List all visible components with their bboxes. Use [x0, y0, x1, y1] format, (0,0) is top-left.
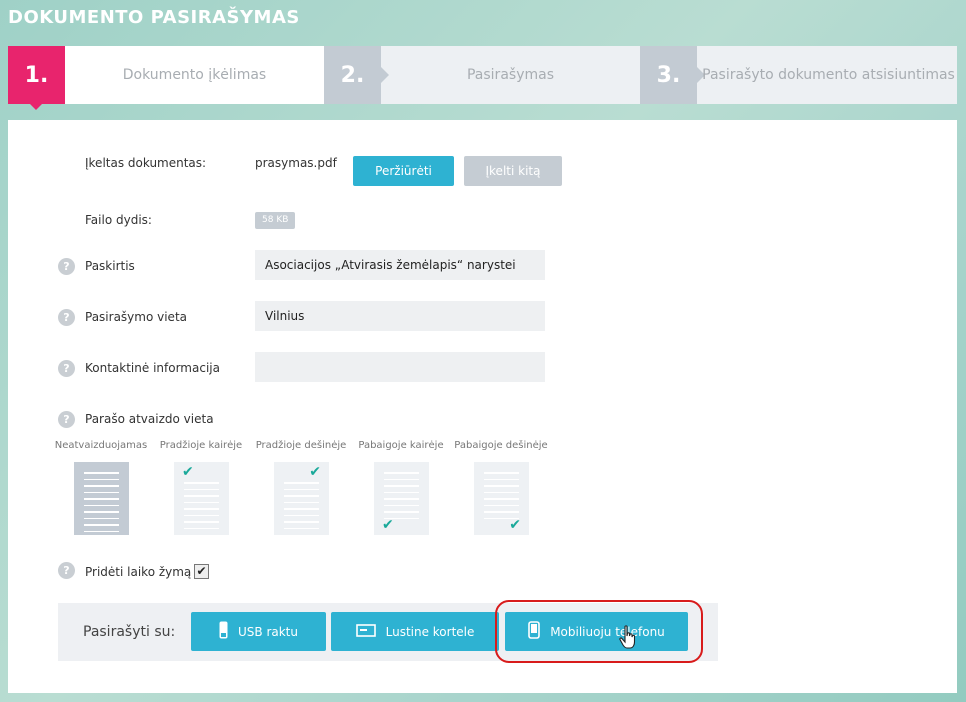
help-icon[interactable]: ? [58, 258, 75, 275]
highlight-circle [495, 600, 703, 663]
purpose-input[interactable]: Asociacijos „Atvirasis žemėlapis“ naryst… [255, 250, 545, 280]
cursor-hand-icon [619, 625, 641, 655]
main-panel: Įkeltas dokumentas: prasymas.pdf Peržiūr… [8, 120, 957, 693]
page-title: DOKUMENTO PASIRAŠYMAS [8, 7, 300, 28]
sign-with-label: Pasirašyti su: [83, 624, 176, 640]
uploaded-filename: prasymas.pdf [255, 156, 337, 170]
checkmark-icon: ✔ [309, 464, 321, 480]
position-option-none[interactable] [74, 462, 129, 535]
position-option-bottom-right[interactable]: ✔ [474, 462, 529, 535]
step-3-label: Pasirašyto dokumento atsisiuntimas [702, 67, 955, 83]
step-3[interactable]: 3. Pasirašyto dokumento atsisiuntimas [640, 46, 957, 104]
checkmark-icon: ✔ [182, 464, 194, 480]
position-option-label: Neatvaizduojamas [54, 440, 148, 451]
step-2-number: 2. [324, 46, 381, 104]
usb-key-button-label: USB raktu [238, 624, 298, 639]
position-option-label: Pradžioje kairėje [159, 440, 243, 451]
step-1[interactable]: 1. Dokumento įkėlimas [8, 46, 324, 110]
timestamp-checkbox[interactable]: ✔ [194, 564, 209, 579]
file-size-label: Failo dydis: [85, 213, 152, 227]
timestamp-label: Pridėti laiko žymą [85, 565, 192, 579]
position-option-top-right[interactable]: ✔ [274, 462, 329, 535]
smart-card-button-label: Lustine kortele [385, 624, 475, 639]
uploaded-document-label: Įkeltas dokumentas: [85, 156, 207, 170]
signing-location-label: Pasirašymo vieta [85, 310, 187, 324]
help-icon[interactable]: ? [58, 360, 75, 377]
usb-key-button[interactable]: USB raktu [191, 612, 326, 651]
signature-position-label: Parašo atvaizdo vieta [85, 412, 214, 426]
view-document-button[interactable]: Peržiūrėti [353, 156, 454, 186]
file-size-badge: 58 KB [255, 212, 296, 229]
position-option-label: Pradžioje dešinėje [255, 440, 347, 451]
position-option-label: Pabaigoje kairėje [358, 440, 444, 451]
checkmark-icon: ✔ [509, 517, 521, 533]
contact-info-label: Kontaktinė informacija [85, 361, 220, 375]
card-icon [355, 623, 376, 640]
step-1-number: 1. [8, 46, 65, 110]
smart-card-button[interactable]: Lustine kortele [331, 612, 499, 651]
usb-icon [219, 621, 228, 642]
help-icon[interactable]: ? [58, 309, 75, 326]
position-option-top-left[interactable]: ✔ [174, 462, 229, 535]
upload-other-button[interactable]: Įkelti kitą [464, 156, 562, 186]
signing-location-input[interactable]: Vilnius [255, 301, 545, 331]
step-1-label: Dokumento įkėlimas [122, 67, 267, 83]
position-option-label: Pabaigoje dešinėje [454, 440, 548, 451]
checkmark-icon: ✔ [382, 517, 394, 533]
help-icon[interactable]: ? [58, 562, 75, 579]
step-2[interactable]: 2. Pasirašymas [324, 46, 640, 104]
step-3-number: 3. [640, 46, 697, 104]
step-2-label: Pasirašymas [466, 67, 554, 83]
purpose-label: Paskirtis [85, 259, 135, 273]
steps-bar: 1. Dokumento įkėlimas 2. Pasirašymas 3. … [8, 46, 957, 110]
position-option-bottom-left[interactable]: ✔ [374, 462, 429, 535]
help-icon[interactable]: ? [58, 411, 75, 428]
contact-info-input[interactable] [255, 352, 545, 382]
